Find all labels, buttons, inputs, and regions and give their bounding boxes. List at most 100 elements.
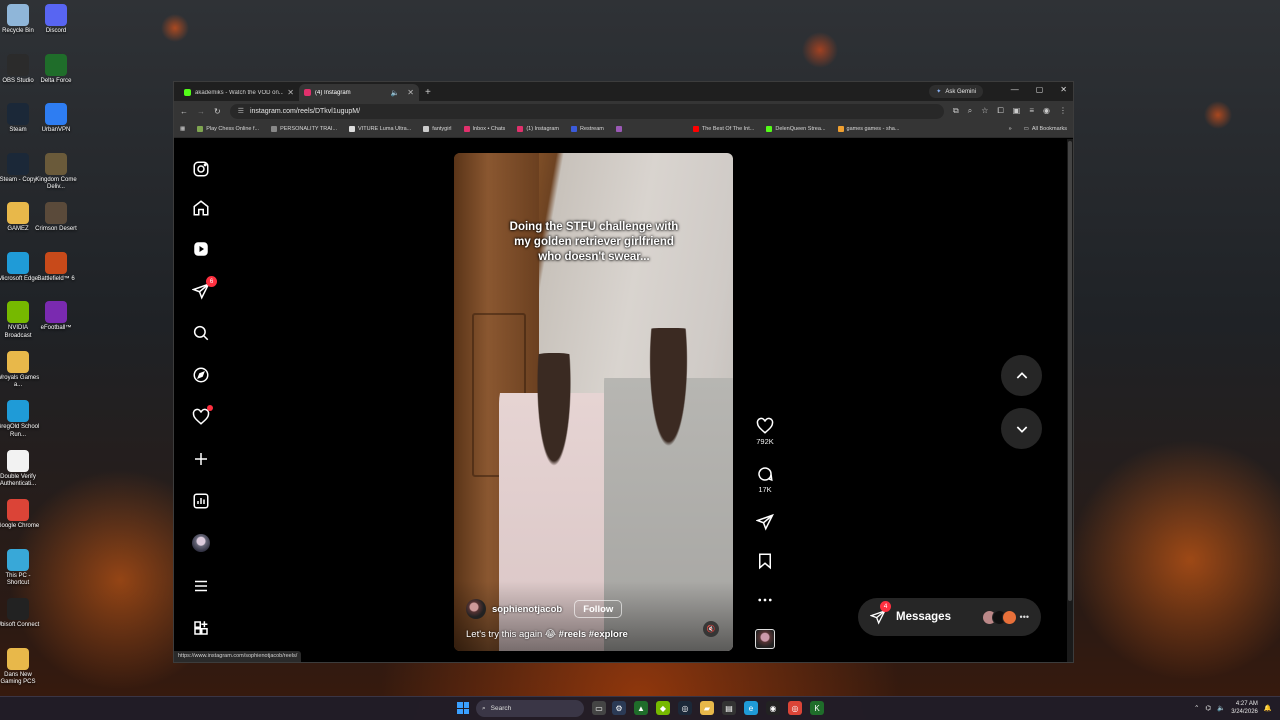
bookmark-item[interactable]: [615, 126, 625, 132]
maximize-icon[interactable]: ▢: [1036, 85, 1044, 94]
bookmark-item[interactable]: fantygirl: [423, 126, 452, 132]
follow-button[interactable]: Follow: [574, 600, 623, 618]
desktop-icon[interactable]: UrbanVPN: [34, 103, 78, 135]
reel-hashtags[interactable]: #reels #explore: [559, 629, 628, 640]
store-icon[interactable]: ▤: [722, 701, 736, 715]
scrollbar[interactable]: [1067, 139, 1073, 662]
desktop-icon[interactable]: GregOld School Run...: [0, 400, 40, 439]
file-explorer-icon[interactable]: ▰: [700, 701, 714, 715]
extensions-icon[interactable]: ⧠: [997, 106, 1003, 116]
bookmarks-overflow-icon[interactable]: »: [1009, 126, 1012, 132]
all-bookmarks-button[interactable]: ▭ All Bookmarks: [1024, 126, 1067, 132]
tab-akademiks[interactable]: akademiks - Watch the VOD on... ✕: [179, 84, 299, 101]
reels-icon[interactable]: [191, 239, 211, 259]
bookmark-item[interactable]: PERSONALITY TRAI...: [271, 126, 337, 132]
reload-icon[interactable]: ↻: [214, 107, 221, 116]
zoom-icon[interactable]: ⌕: [968, 106, 972, 116]
notifications-icon[interactable]: 🔔: [1264, 704, 1272, 712]
forward-icon[interactable]: →: [197, 107, 205, 116]
start-button[interactable]: [457, 702, 469, 714]
tray-overflow-icon[interactable]: ⌃: [1194, 704, 1199, 712]
bookmark-item[interactable]: games games - sha...: [837, 126, 899, 132]
delta-force-taskbar-icon[interactable]: ▲: [634, 701, 648, 715]
side-panel-icon[interactable]: ▣: [1013, 106, 1021, 116]
volume-icon[interactable]: 🔈: [1217, 704, 1225, 712]
share-button[interactable]: [753, 513, 777, 531]
home-icon[interactable]: [191, 198, 211, 218]
desktop-icon[interactable]: eFootball™: [34, 301, 78, 333]
desktop-icon[interactable]: Delta Force: [34, 53, 78, 86]
bookmark-item[interactable]: DelenQueen Strea...: [766, 126, 826, 132]
comment-button[interactable]: 17K: [753, 465, 777, 494]
desktop-icon[interactable]: Dans New Gaming PCS: [0, 647, 40, 687]
bookmark-item[interactable]: Inbox • Chats: [463, 126, 505, 132]
obs-taskbar-icon[interactable]: ◉: [766, 701, 780, 715]
address-bar[interactable]: ☰ instagram.com/reels/DTkvl1ugupM/: [229, 103, 944, 119]
back-icon[interactable]: ←: [180, 107, 188, 116]
apps-icon[interactable]: ▦: [180, 126, 185, 132]
media-icon[interactable]: ≡: [1029, 106, 1034, 116]
site-info-icon[interactable]: ☰: [238, 107, 244, 115]
bookmark-item[interactable]: (1) Instagram: [517, 126, 559, 132]
desktop-icon[interactable]: Kingdom Come Deliv...: [34, 152, 78, 192]
profile-icon[interactable]: ◉: [1043, 106, 1050, 116]
author-avatar[interactable]: [466, 599, 486, 619]
bookmark-item[interactable]: VITURE Luma Ultra...: [349, 126, 411, 132]
install-icon[interactable]: ⧉: [953, 106, 959, 116]
explore-icon[interactable]: [191, 365, 211, 385]
menu-icon[interactable]: ⋮: [1059, 106, 1067, 116]
scrollbar-thumb[interactable]: [1068, 141, 1072, 601]
next-reel-button[interactable]: [1001, 408, 1042, 449]
desktop-icon[interactable]: Discord: [34, 4, 78, 36]
audio-thumbnail[interactable]: [755, 629, 775, 649]
notifications-heart-icon[interactable]: [191, 405, 213, 427]
bookmark-item[interactable]: Play Chess Online f...: [197, 126, 259, 132]
profile-avatar[interactable]: [191, 533, 211, 553]
reel-video[interactable]: Doing the STFU challenge with my golden …: [454, 153, 733, 651]
bookmark-star-icon[interactable]: ☆: [981, 106, 988, 116]
close-tab-icon[interactable]: ✕: [287, 88, 294, 97]
instagram-logo-icon[interactable]: [191, 159, 211, 179]
bookmark-item[interactable]: Restream: [571, 126, 604, 132]
desktop-icon[interactable]: This PC - Shortcut: [0, 548, 40, 588]
edge-taskbar-icon[interactable]: e: [744, 701, 758, 715]
tab-instagram[interactable]: (4) Instagram 🔈 ✕: [299, 84, 419, 101]
dashboard-icon[interactable]: [191, 491, 211, 511]
steam-taskbar-icon[interactable]: ◎: [678, 701, 692, 715]
settings-icon[interactable]: ⚙: [612, 701, 626, 715]
task-view-icon[interactable]: ▭: [592, 701, 606, 715]
reel-description[interactable]: Let's try this again 😂 #reels #explore: [466, 629, 628, 640]
search-icon[interactable]: [191, 323, 211, 343]
also-from-meta-icon[interactable]: [191, 618, 211, 638]
close-tab-icon[interactable]: ✕: [407, 88, 414, 97]
close-window-icon[interactable]: ✕: [1060, 85, 1067, 94]
messages-label: Messages: [896, 611, 951, 623]
desktop-icon[interactable]: Battlefield™ 6: [34, 251, 78, 284]
desktop-icon[interactable]: Google Chrome: [0, 499, 40, 531]
direct-messages-icon[interactable]: 6: [191, 276, 217, 301]
like-button[interactable]: 792K: [753, 417, 777, 446]
chrome-taskbar-icon[interactable]: ◎: [788, 701, 802, 715]
taskbar-search[interactable]: ⌕ Search: [476, 700, 584, 717]
previous-reel-button[interactable]: [1001, 355, 1042, 396]
messages-button[interactable]: 4 Messages •••: [858, 598, 1041, 636]
desktop-icon[interactable]: Wroyals Games a...: [0, 350, 40, 390]
mute-icon[interactable]: 🔇: [703, 621, 719, 637]
minimize-icon[interactable]: —: [1011, 85, 1019, 94]
speaker-icon[interactable]: 🔈: [391, 89, 400, 97]
ask-gemini-button[interactable]: ✦ Ask Gemini: [929, 85, 983, 98]
more-menu-icon[interactable]: [191, 576, 211, 596]
kick-taskbar-icon[interactable]: K: [810, 701, 824, 715]
desktop-icon[interactable]: Double Verify Authenticati...: [0, 449, 40, 489]
more-options-button[interactable]: [753, 591, 777, 609]
desktop-icon[interactable]: Crimson Desert: [34, 202, 78, 234]
bookmark-item[interactable]: The Best Of The Int...: [692, 126, 754, 132]
clock[interactable]: 4:27 AM 3/24/2026: [1231, 700, 1258, 716]
save-button[interactable]: [753, 552, 777, 570]
nvidia-taskbar-icon[interactable]: ◆: [656, 701, 670, 715]
new-tab-button[interactable]: +: [425, 87, 431, 98]
author-username[interactable]: sophienotjacob: [492, 604, 562, 615]
desktop-icon[interactable]: Ubisoft Connect: [0, 598, 40, 630]
network-icon[interactable]: ⌬: [1205, 704, 1211, 712]
create-icon[interactable]: [191, 449, 211, 469]
